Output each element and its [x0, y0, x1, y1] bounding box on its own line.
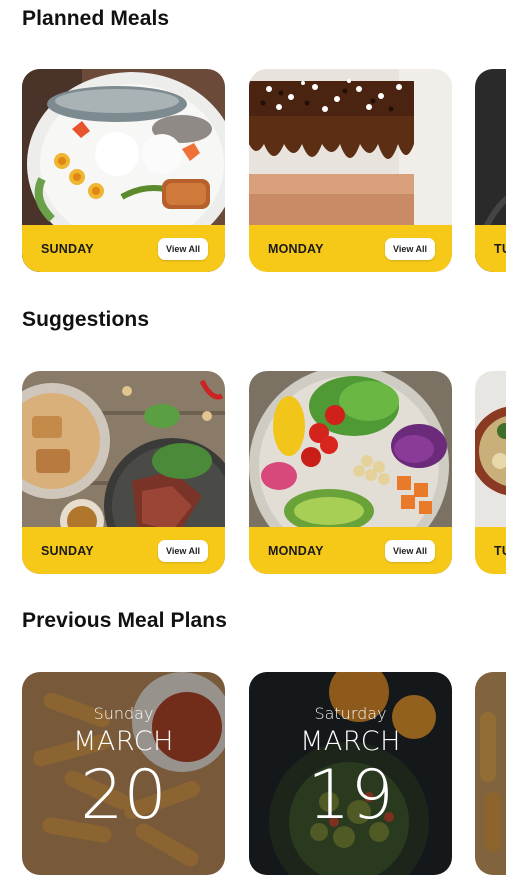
card-footer: TU: [475, 527, 506, 574]
plan-date: 20: [80, 756, 167, 835]
day-label: SUNDAY: [41, 241, 94, 256]
previous-plan-card[interactable]: Sunday MARCH 20: [22, 672, 225, 875]
card-footer: SUNDAY View All: [22, 225, 225, 272]
day-label: SUNDAY: [41, 543, 94, 558]
previous-meal-plans-row[interactable]: Sunday MARCH 20 Saturday MARCH 19: [0, 672, 506, 875]
planned-meals-title: Planned Meals: [22, 7, 170, 30]
day-label: MONDAY: [268, 543, 324, 558]
suggestion-card[interactable]: MONDAY View All: [249, 371, 452, 574]
planned-meal-card[interactable]: TU: [475, 69, 506, 272]
view-all-button[interactable]: View All: [157, 237, 208, 260]
planned-meal-card[interactable]: MONDAY View All: [249, 69, 452, 272]
plan-month: MARCH: [73, 726, 174, 757]
plan-date: 19: [307, 756, 394, 835]
previous-meal-plans-title: Previous Meal Plans: [22, 609, 227, 632]
card-footer: SUNDAY View All: [22, 527, 225, 574]
fries-background-image: [475, 672, 506, 875]
plan-weekday: Saturday: [314, 704, 387, 723]
view-all-button[interactable]: View All: [384, 539, 435, 562]
card-footer: MONDAY View All: [249, 527, 452, 574]
planned-meal-card[interactable]: SUNDAY View All: [22, 69, 225, 272]
view-all-button[interactable]: View All: [384, 237, 435, 260]
plan-weekday: Sunday: [93, 704, 154, 723]
previous-plan-card[interactable]: [475, 672, 506, 875]
planned-meals-row[interactable]: SUNDAY View All MONDAY View All T: [0, 69, 506, 272]
day-label: MONDAY: [268, 241, 324, 256]
suggestions-title: Suggestions: [22, 308, 150, 331]
card-footer: TU: [475, 225, 506, 272]
day-label: TU: [494, 543, 506, 558]
previous-plan-card[interactable]: Saturday MARCH 19: [249, 672, 452, 875]
suggestions-row[interactable]: SUNDAY View All MONDAY View All T: [0, 371, 506, 574]
card-footer: MONDAY View All: [249, 225, 452, 272]
suggestion-card[interactable]: SUNDAY View All: [22, 371, 225, 574]
suggestion-card[interactable]: TU: [475, 371, 506, 574]
plan-month: MARCH: [300, 726, 401, 757]
day-label: TU: [494, 241, 506, 256]
view-all-button[interactable]: View All: [157, 539, 208, 562]
